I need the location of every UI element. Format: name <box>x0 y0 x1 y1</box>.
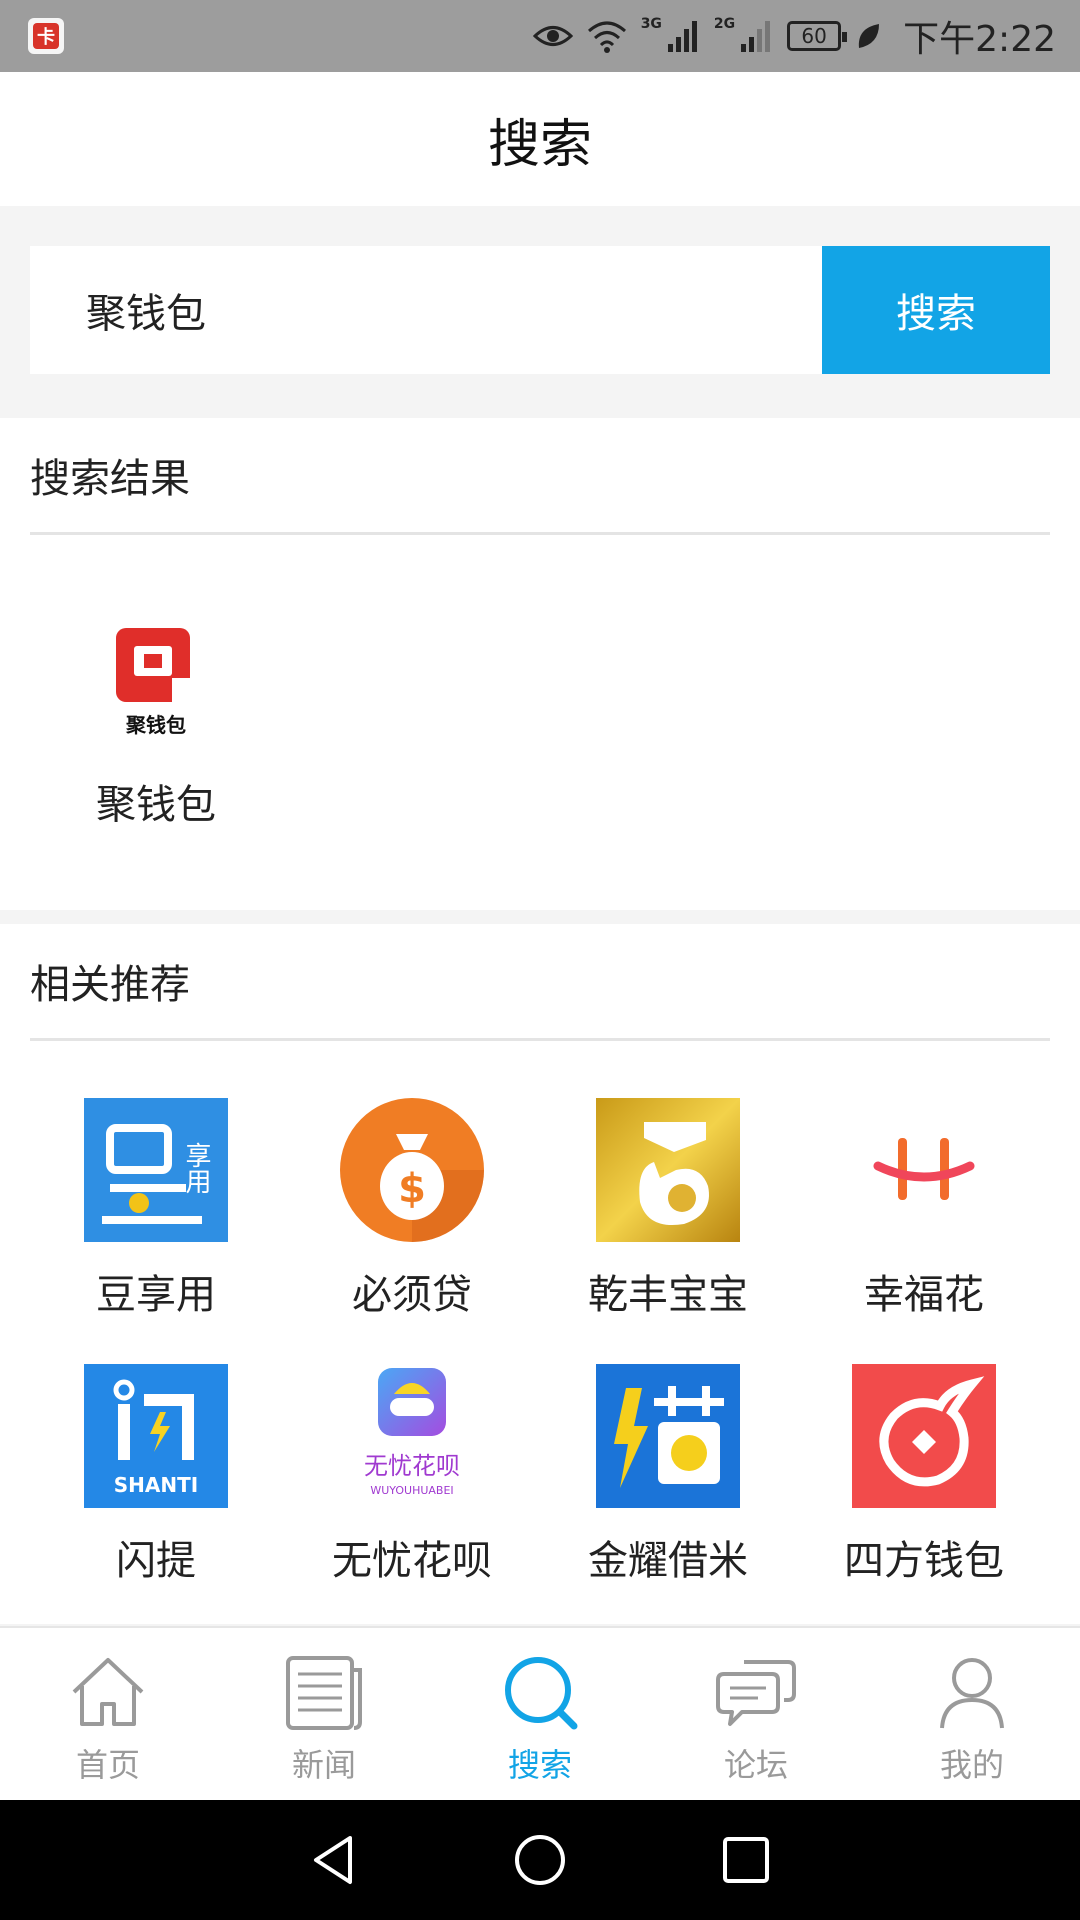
qianfengbaobao-app-icon <box>596 1098 740 1242</box>
wuyouhuabei-icon-text: 无忧花呗 <box>364 1452 460 1480</box>
recommend-item[interactable]: 四方钱包 <box>796 1364 1052 1586</box>
douxiangyong-icon-text: 享用 <box>181 1142 211 1194</box>
recommend-item[interactable]: 乾丰宝宝 <box>540 1098 796 1320</box>
home-icon <box>72 1658 144 1726</box>
recommend-item[interactable]: SHANTI 闪提 <box>28 1364 284 1586</box>
app-label: 聚钱包 <box>96 782 216 828</box>
divider <box>30 532 1050 535</box>
tab-label: 论坛 <box>723 1746 788 1784</box>
tab-label: 我的 <box>939 1746 1004 1784</box>
search-box[interactable] <box>30 246 822 374</box>
leaf-icon <box>858 24 880 48</box>
app-label: 幸福花 <box>864 1272 984 1318</box>
recommend-item[interactable]: 幸福花 <box>796 1098 1052 1320</box>
profile-icon <box>940 1658 1004 1729</box>
juqianbao-icon-text: 聚钱包 <box>125 713 186 737</box>
search-results-section: 搜索结果 聚钱包 聚钱包 <box>0 418 1080 910</box>
shanti-app-icon: SHANTI <box>84 1364 228 1508</box>
douxiangyong-app-icon: 享用 <box>84 1098 228 1242</box>
tab-home[interactable]: 首页 <box>0 1628 216 1800</box>
recommend-item[interactable]: 金耀借米 <box>540 1364 796 1586</box>
tab-label: 新闻 <box>291 1746 356 1784</box>
wifi-icon <box>587 21 626 53</box>
forum-icon <box>716 1660 796 1726</box>
recommend-section: 相关推荐 享用 豆享用 $ 必须贷 乾丰宝宝 幸福花 SHANTI 闪提 无忧花… <box>0 924 1080 1624</box>
search-area: 搜索 <box>0 206 1080 416</box>
back-icon[interactable] <box>306 1832 362 1888</box>
clock: 下午2:22 <box>903 19 1056 60</box>
tab-profile[interactable]: 我的 <box>864 1628 1080 1800</box>
bixudai-app-icon: $ <box>340 1098 484 1242</box>
tab-search[interactable]: 搜索 <box>432 1628 648 1800</box>
status-bar: 卡 3G 2G 60 下午2:22 <box>0 0 1080 72</box>
xingfuhua-app-icon <box>852 1098 996 1242</box>
home-button-icon[interactable] <box>512 1832 568 1888</box>
app-label: 无忧花呗 <box>332 1538 492 1584</box>
recommend-item[interactable]: $ 必须贷 <box>284 1098 540 1320</box>
search-input[interactable] <box>86 287 822 333</box>
wuyouhuabei-icon-subtext: WUYOUHUABEI <box>370 1484 453 1497</box>
section-title-results: 搜索结果 <box>30 456 190 502</box>
tab-label: 搜索 <box>507 1746 572 1784</box>
network-type-1: 3G <box>640 16 662 32</box>
network-type-2: 2G <box>713 16 736 32</box>
search-icon <box>505 1657 578 1730</box>
app-label: 四方钱包 <box>844 1538 1004 1584</box>
shanti-icon-text: SHANTI <box>114 1473 198 1497</box>
notification-app-icon: 卡 <box>28 18 64 54</box>
eye-icon <box>532 26 573 46</box>
juqianbao-app-icon: 聚钱包 <box>84 608 228 752</box>
app-label: 闪提 <box>116 1538 196 1584</box>
bottom-tab-bar: 首页 新闻 搜索 论坛 我的 <box>0 1626 1080 1800</box>
tab-label: 首页 <box>75 1746 140 1784</box>
status-icons: 3G 2G 60 下午2:22 <box>532 0 1056 72</box>
sifangqianbao-app-icon <box>852 1364 996 1508</box>
recents-icon[interactable] <box>718 1832 774 1888</box>
signal-weak-icon <box>741 21 771 52</box>
bixudai-icon-text: $ <box>398 1166 426 1212</box>
jinyaojiemi-app-icon <box>596 1364 740 1508</box>
system-nav-bar <box>0 1800 1080 1920</box>
app-label: 乾丰宝宝 <box>588 1272 748 1318</box>
app-label: 必须贷 <box>352 1272 472 1318</box>
tab-news[interactable]: 新闻 <box>216 1628 432 1800</box>
app-label: 金耀借米 <box>588 1538 748 1584</box>
wuyouhuabei-app-icon: 无忧花呗 WUYOUHUABEI <box>340 1364 484 1508</box>
divider <box>30 1038 1050 1041</box>
battery-icon: 60 <box>787 21 848 51</box>
section-title-recommend: 相关推荐 <box>30 962 190 1008</box>
title-bar: 搜索 <box>0 72 1080 206</box>
recommend-item[interactable]: 无忧花呗 WUYOUHUABEI 无忧花呗 <box>284 1364 540 1586</box>
tab-forum[interactable]: 论坛 <box>648 1628 864 1800</box>
signal-icon <box>667 21 697 52</box>
news-icon <box>286 1656 362 1730</box>
app-label: 豆享用 <box>96 1272 216 1318</box>
page-title: 搜索 <box>487 114 592 175</box>
recommend-item[interactable]: 享用 豆享用 <box>28 1098 284 1320</box>
search-button[interactable]: 搜索 <box>822 246 1050 374</box>
result-item[interactable]: 聚钱包 聚钱包 <box>28 608 284 830</box>
